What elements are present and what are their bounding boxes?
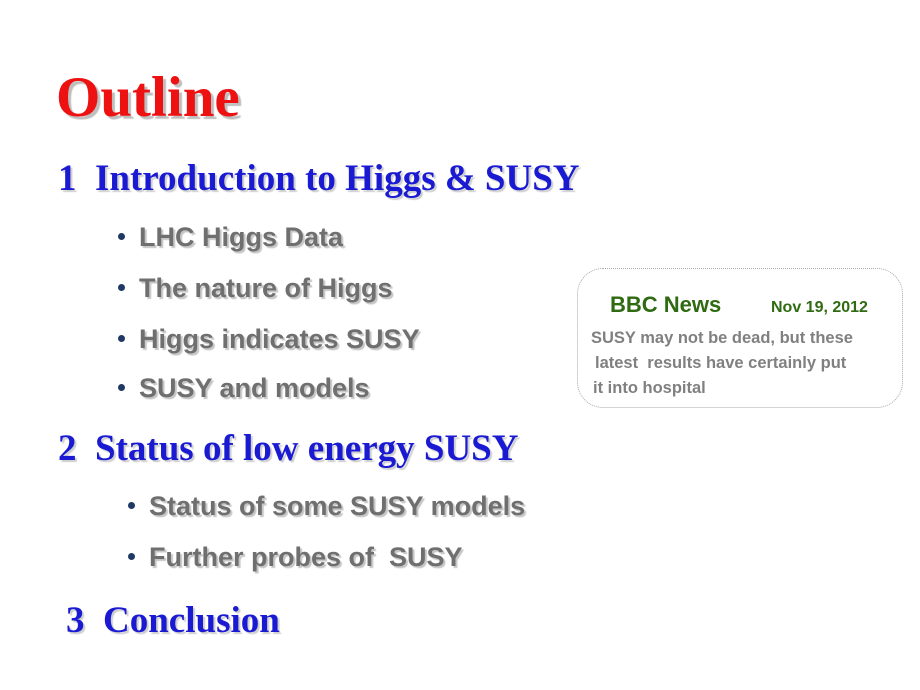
list-item-label: The nature of Higgs (139, 273, 393, 303)
bbc-news-callout: BBC News Nov 19, 2012 SUSY may not be de… (577, 268, 903, 408)
callout-source-label: BBC News (610, 292, 722, 317)
callout-body: SUSY may not be dead, but these latest r… (588, 326, 898, 401)
bullet-dot-icon (128, 502, 135, 509)
bullet-dot-icon (118, 284, 125, 291)
callout-date-label: Nov 19, 2012 (771, 299, 868, 316)
list-item-label: SUSY and models (139, 373, 370, 403)
list-item: LHC Higgs Data (118, 222, 343, 252)
callout-body-line: SUSY may not be dead, but these (591, 329, 853, 347)
list-item-label: Status of some SUSY models (149, 491, 526, 521)
section-heading-1: 1 Introduction to Higgs & SUSY (58, 158, 580, 199)
section-heading-3: 3 Conclusion (66, 600, 280, 641)
bullet-dot-icon (128, 553, 135, 560)
bullet-dot-icon (118, 384, 125, 391)
bullet-dot-icon (118, 233, 125, 240)
presentation-slide: Outline 1 Introduction to Higgs & SUSY L… (0, 0, 920, 690)
section-heading-2: 2 Status of low energy SUSY (58, 428, 519, 469)
callout-header: BBC News Nov 19, 2012 (578, 292, 902, 320)
page-title: Outline (56, 66, 240, 129)
list-item: The nature of Higgs (118, 273, 393, 303)
list-item: Status of some SUSY models (128, 491, 525, 521)
callout-body-line: latest results have certainly put (595, 354, 847, 372)
list-item: Further probes of SUSY (128, 542, 463, 572)
list-item-label: Further probes of SUSY (149, 542, 463, 572)
list-item: Higgs indicates SUSY (118, 324, 420, 354)
list-item: SUSY and models (118, 373, 370, 403)
callout-body-line: it into hospital (593, 379, 706, 397)
list-item-label: LHC Higgs Data (139, 222, 344, 252)
bullet-dot-icon (118, 335, 125, 342)
list-item-label: Higgs indicates SUSY (139, 324, 420, 354)
